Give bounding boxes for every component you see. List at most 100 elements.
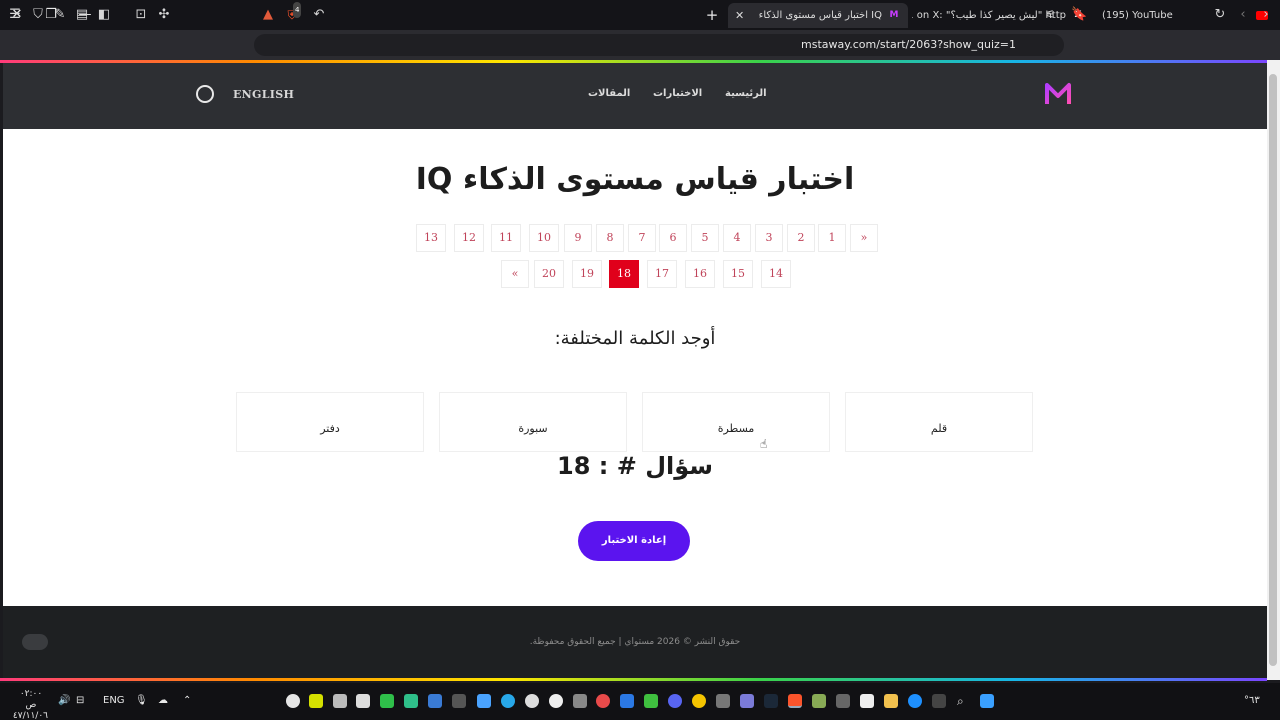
nav-home[interactable]: الرئيسية <box>725 88 767 99</box>
scrollbar-thumb[interactable] <box>1269 74 1277 666</box>
site-header <box>3 63 1267 129</box>
app-icon[interactable] <box>356 694 370 708</box>
tab-x[interactable]: (12) 1 on X: "ليش يصير كذا طيب؟" http X <box>912 3 1092 28</box>
page-link[interactable]: 5 <box>691 224 719 252</box>
microphone-icon[interactable]: 🎙 <box>135 693 148 709</box>
brave-shields-icon[interactable]: ⛨ 4 <box>284 2 302 23</box>
page-link[interactable]: 7 <box>628 224 656 252</box>
page-prev[interactable]: « <box>501 260 529 288</box>
volume-icon[interactable]: 🔊 <box>58 693 70 709</box>
answer-option[interactable]: قلم <box>845 392 1033 452</box>
onedrive-icon[interactable]: ☁ <box>158 693 168 709</box>
brave-browser-icon[interactable] <box>788 694 802 708</box>
weather-widget[interactable]: ٦٣° <box>1244 693 1260 709</box>
page-link[interactable]: 17 <box>647 260 677 288</box>
undo-icon[interactable]: ↶ <box>311 7 327 23</box>
shield-count: 4 <box>293 2 302 18</box>
hand-cursor-icon: ☝ <box>760 437 768 451</box>
forward-icon[interactable]: › <box>1258 7 1274 23</box>
page-link[interactable]: 2 <box>787 224 815 252</box>
page-link[interactable]: 13 <box>416 224 446 252</box>
telegram-icon[interactable] <box>501 694 515 708</box>
windows-taskbar <box>0 683 1280 720</box>
show-hidden-icons[interactable]: ⌃ <box>183 693 191 709</box>
app-icon[interactable] <box>596 694 610 708</box>
start-icon[interactable] <box>980 694 994 708</box>
reader-icon[interactable]: ▤ <box>74 7 90 23</box>
keyboard-language[interactable]: ENG <box>103 693 125 709</box>
app-icon[interactable] <box>309 694 323 708</box>
site-logo[interactable] <box>1044 82 1072 106</box>
answer-option[interactable]: مسطرة <box>642 392 830 452</box>
page-link[interactable]: 3 <box>755 224 783 252</box>
back-icon[interactable]: ‹ <box>1235 7 1251 23</box>
app-icon[interactable] <box>525 694 539 708</box>
app-icon[interactable] <box>549 694 563 708</box>
discord-icon[interactable] <box>668 694 682 708</box>
app-icon[interactable] <box>428 694 442 708</box>
app-icon[interactable] <box>932 694 946 708</box>
new-tab-icon[interactable]: + <box>703 6 721 24</box>
app-icon[interactable] <box>860 694 874 708</box>
search-icon[interactable]: ⌕ <box>957 694 971 708</box>
page-link[interactable]: 6 <box>659 224 687 252</box>
language-switch[interactable]: ENGLISH <box>233 88 294 101</box>
app-icon[interactable] <box>716 694 730 708</box>
app-icon[interactable] <box>836 694 850 708</box>
app-icon[interactable] <box>404 694 418 708</box>
nav-articles[interactable]: المقالات <box>588 88 630 99</box>
app-icon[interactable] <box>477 694 491 708</box>
page-link[interactable]: 11 <box>491 224 521 252</box>
question-text: أوجد الكلمة المختلفة: <box>554 328 716 349</box>
shield-icon[interactable]: ⛉ <box>30 7 46 23</box>
settings-app-icon[interactable] <box>286 694 300 708</box>
page-link[interactable]: 14 <box>761 260 791 288</box>
sidebar-icon[interactable]: ◧ <box>96 7 112 23</box>
page-link[interactable]: 19 <box>572 260 602 288</box>
system-clock[interactable]: ٠٢:٠٠ ص ٤٧/١١/٠٦ <box>12 689 48 720</box>
answer-option[interactable]: دفتر <box>236 392 424 452</box>
nav-tests[interactable]: الاختبارات <box>653 88 702 99</box>
cloud-upload-icon[interactable] <box>22 634 48 650</box>
address-bar[interactable]: mstaway.com/start/2063?show_quiz=1 <box>254 34 1064 56</box>
page-link[interactable]: 10 <box>529 224 559 252</box>
tab-iq-test[interactable]: ✕ اختبار قياس مستوى الذكاء IQ M <box>728 3 908 28</box>
page-link[interactable]: 9 <box>564 224 592 252</box>
menu-icon[interactable]: ☰ <box>7 7 23 23</box>
brave-rewards-icon[interactable]: ▲ <box>260 7 276 23</box>
file-explorer-icon[interactable] <box>884 694 898 708</box>
pin-icon[interactable]: ✎ <box>52 7 68 23</box>
extensions-icon[interactable]: ✣ <box>156 7 172 23</box>
app-icon[interactable] <box>380 694 394 708</box>
xbox-icon[interactable] <box>644 694 658 708</box>
app-icon[interactable] <box>452 694 466 708</box>
page-link[interactable]: 8 <box>596 224 624 252</box>
app-icon[interactable] <box>812 694 826 708</box>
screenshot-icon[interactable]: ⊡ <box>133 7 149 23</box>
page-link[interactable]: 15 <box>723 260 753 288</box>
app-icon[interactable] <box>620 694 634 708</box>
edge-icon[interactable] <box>908 694 922 708</box>
app-icon[interactable] <box>740 694 754 708</box>
page-link[interactable]: 20 <box>534 260 564 288</box>
app-icon[interactable] <box>573 694 587 708</box>
search-icon[interactable] <box>196 85 214 103</box>
reload-icon[interactable]: ↻ <box>1212 7 1228 23</box>
network-icon[interactable]: ⊟ <box>76 693 84 709</box>
page-current[interactable]: 18 <box>609 260 639 288</box>
page-next[interactable]: » <box>850 224 878 252</box>
restart-quiz-button[interactable]: إعادة الاختبار <box>578 521 690 561</box>
bookmark-icon[interactable]: 🔖 <box>1071 7 1087 23</box>
clock-date: ٤٧/١١/٠٦ <box>12 711 48 720</box>
close-tab-icon[interactable]: ✕ <box>735 3 744 28</box>
answer-option[interactable]: سبورة <box>439 392 627 452</box>
url-text[interactable]: mstaway.com/start/2063?show_quiz=1 <box>801 34 1016 56</box>
page-link[interactable]: 12 <box>454 224 484 252</box>
app-icon[interactable] <box>692 694 706 708</box>
steam-icon[interactable] <box>764 694 778 708</box>
page-link[interactable]: 1 <box>818 224 846 252</box>
app-icon[interactable] <box>333 694 347 708</box>
page-link[interactable]: 16 <box>685 260 715 288</box>
page-link[interactable]: 4 <box>723 224 751 252</box>
site-settings-icon[interactable]: ⚟ <box>1042 7 1058 23</box>
